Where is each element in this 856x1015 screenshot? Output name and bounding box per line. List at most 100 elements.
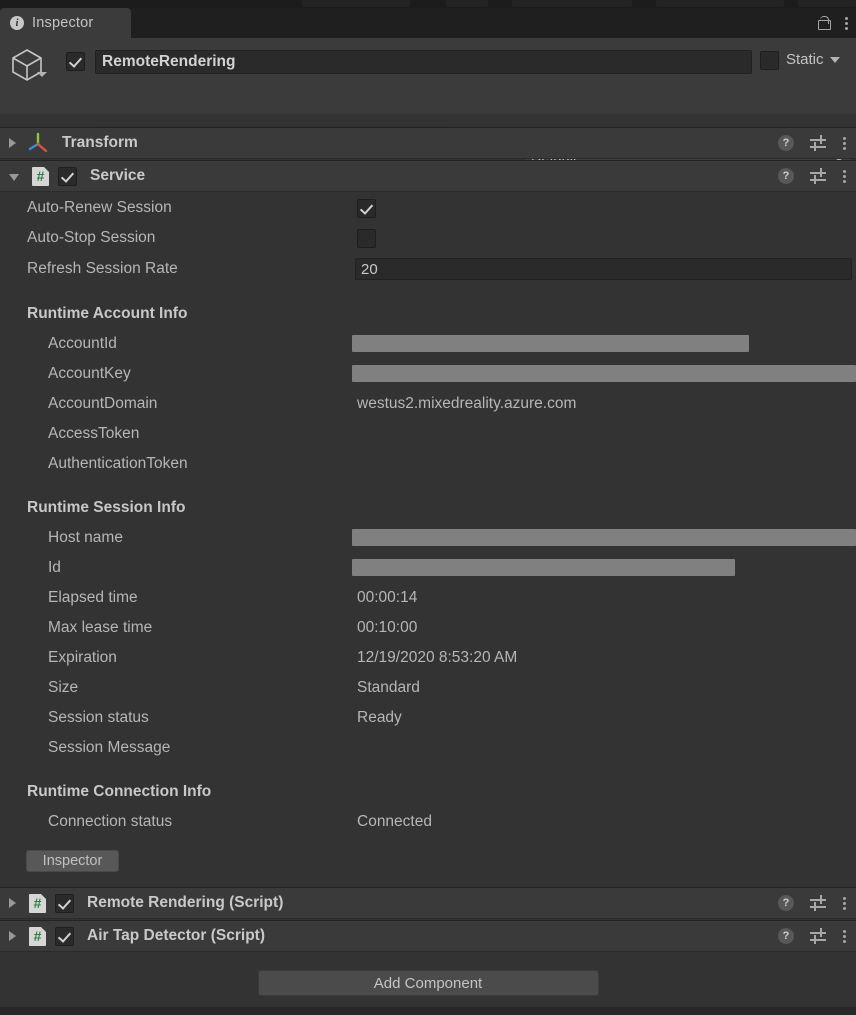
help-icon[interactable]: ? — [778, 135, 794, 151]
component-header-air-tap-detector[interactable]: # Air Tap Detector (Script) ? — [0, 920, 856, 952]
value-expiration: 12/19/2020 8:53:20 AM — [357, 649, 518, 666]
value-size: Standard — [357, 679, 420, 696]
preset-settings-icon[interactable] — [810, 895, 826, 911]
component-header-remote-rendering[interactable]: # Remote Rendering (Script) ? — [0, 887, 856, 919]
label-elapsed-time: Elapsed time — [48, 589, 138, 606]
tab-inspector-label: Inspector — [32, 15, 94, 31]
add-component-area: Add Component — [0, 970, 856, 996]
redacted-value-account-id — [352, 335, 749, 352]
section-runtime-account-info: Runtime Account Info — [0, 299, 856, 329]
value-max-lease-time: 00:10:00 — [357, 619, 418, 636]
label-host-name: Host name — [48, 529, 123, 546]
component-header-transform[interactable]: Transform ? — [0, 127, 856, 159]
label-auto-stop-session: Auto-Stop Session — [27, 229, 156, 246]
tab-bar: i Inspector — [0, 8, 856, 38]
inspector-button[interactable]: Inspector — [26, 850, 119, 872]
row-access-token: AccessToken — [0, 419, 856, 449]
checkbox-auto-renew-session[interactable] — [357, 198, 376, 218]
cube-icon-dropdown-caret[interactable] — [37, 72, 47, 77]
component-actions: ? — [778, 895, 846, 911]
row-session-status: Session status Ready — [0, 703, 856, 733]
row-auto-stop-session[interactable]: Auto-Stop Session — [0, 223, 856, 253]
kebab-menu-icon[interactable] — [842, 896, 846, 910]
kebab-menu-icon[interactable] — [842, 169, 846, 183]
value-account-domain: westus2.mixedreality.azure.com — [357, 395, 577, 412]
help-icon[interactable]: ? — [778, 895, 794, 911]
preset-settings-icon[interactable] — [810, 168, 826, 184]
component-title-remote-rendering: Remote Rendering (Script) — [87, 894, 284, 911]
csharp-script-icon: # — [32, 166, 49, 186]
static-label: Static — [786, 51, 824, 68]
help-icon[interactable]: ? — [778, 168, 794, 184]
inspector-window: i Inspector RemoteRendering Static Tag U… — [0, 0, 856, 1015]
row-host-name: Host name — [0, 523, 856, 553]
label-account-id: AccountId — [48, 335, 117, 352]
bottom-bar — [0, 1007, 856, 1015]
help-icon[interactable]: ? — [778, 928, 794, 944]
toolbar-strip — [0, 0, 856, 8]
transform-gizmo-icon — [27, 132, 49, 154]
label-access-token: AccessToken — [48, 425, 140, 442]
foldout-arrow-icon[interactable] — [9, 174, 19, 181]
input-refresh-session-rate[interactable]: 20 — [355, 258, 852, 280]
component-enabled-checkbox[interactable] — [55, 926, 74, 946]
label-session-id: Id — [48, 559, 61, 576]
row-size: Size Standard — [0, 673, 856, 703]
toolbar-ghost-button — [656, 0, 784, 7]
row-refresh-session-rate[interactable]: Refresh Session Rate 20 — [0, 253, 856, 285]
component-enabled-checkbox[interactable] — [58, 166, 77, 186]
add-component-button[interactable]: Add Component — [257, 970, 599, 996]
label-session-status: Session status — [48, 709, 149, 726]
toolbar-ghost-button — [302, 0, 410, 7]
redacted-value-session-id — [352, 559, 735, 576]
kebab-menu-icon[interactable] — [842, 929, 846, 943]
lock-icon[interactable] — [817, 16, 831, 30]
component-title-transform: Transform — [62, 134, 138, 151]
csharp-script-icon: # — [29, 893, 46, 913]
label-expiration: Expiration — [48, 649, 117, 666]
toolbar-ghost-button — [512, 0, 632, 7]
component-actions: ? — [778, 168, 846, 184]
chevron-down-icon — [829, 56, 840, 63]
kebab-menu-icon[interactable] — [844, 16, 848, 30]
section-runtime-connection-info: Runtime Connection Info — [0, 777, 856, 807]
gameobject-name-input[interactable]: RemoteRendering — [95, 50, 752, 74]
redacted-value-host-name — [352, 529, 856, 546]
value-session-status: Ready — [357, 709, 402, 726]
foldout-arrow-icon[interactable] — [9, 898, 16, 908]
csharp-script-icon: # — [29, 926, 46, 946]
static-dropdown[interactable]: Static — [786, 51, 840, 68]
tab-inspector[interactable]: i Inspector — [0, 8, 131, 38]
component-actions: ? — [778, 135, 846, 151]
row-authentication-token: AuthenticationToken — [0, 449, 856, 479]
label-session-message: Session Message — [48, 739, 171, 756]
toolbar-ghost-button — [446, 0, 488, 7]
preset-settings-icon[interactable] — [810, 135, 826, 151]
label-size: Size — [48, 679, 79, 696]
label-authentication-token: AuthenticationToken — [48, 455, 188, 472]
component-actions: ? — [778, 928, 846, 944]
value-elapsed-time: 00:00:14 — [357, 589, 418, 606]
toolbar-ghost-button — [798, 0, 856, 7]
row-auto-renew-session[interactable]: Auto-Renew Session — [0, 193, 856, 223]
gameobject-active-checkbox[interactable] — [66, 52, 85, 71]
gameobject-header: RemoteRendering Static Tag Untagged Laye… — [0, 38, 856, 168]
service-properties: Auto-Renew Session Auto-Stop Session Ref… — [0, 193, 856, 883]
checkbox-auto-stop-session[interactable] — [357, 228, 376, 248]
kebab-menu-icon[interactable] — [842, 136, 846, 150]
label-refresh-session-rate: Refresh Session Rate — [27, 260, 178, 277]
row-account-key: AccountKey — [0, 359, 856, 389]
foldout-arrow-icon[interactable] — [9, 931, 16, 941]
tab-bar-actions — [817, 8, 848, 38]
row-elapsed-time: Elapsed time 00:00:14 — [0, 583, 856, 613]
value-connection-status: Connected — [357, 813, 432, 830]
label-connection-status: Connection status — [48, 813, 173, 830]
row-session-message: Session Message — [0, 733, 856, 763]
static-checkbox[interactable] — [760, 51, 779, 70]
component-enabled-checkbox[interactable] — [55, 893, 74, 913]
component-header-service[interactable]: # Service ? — [0, 160, 856, 192]
foldout-arrow-icon[interactable] — [9, 138, 16, 148]
preset-settings-icon[interactable] — [810, 928, 826, 944]
